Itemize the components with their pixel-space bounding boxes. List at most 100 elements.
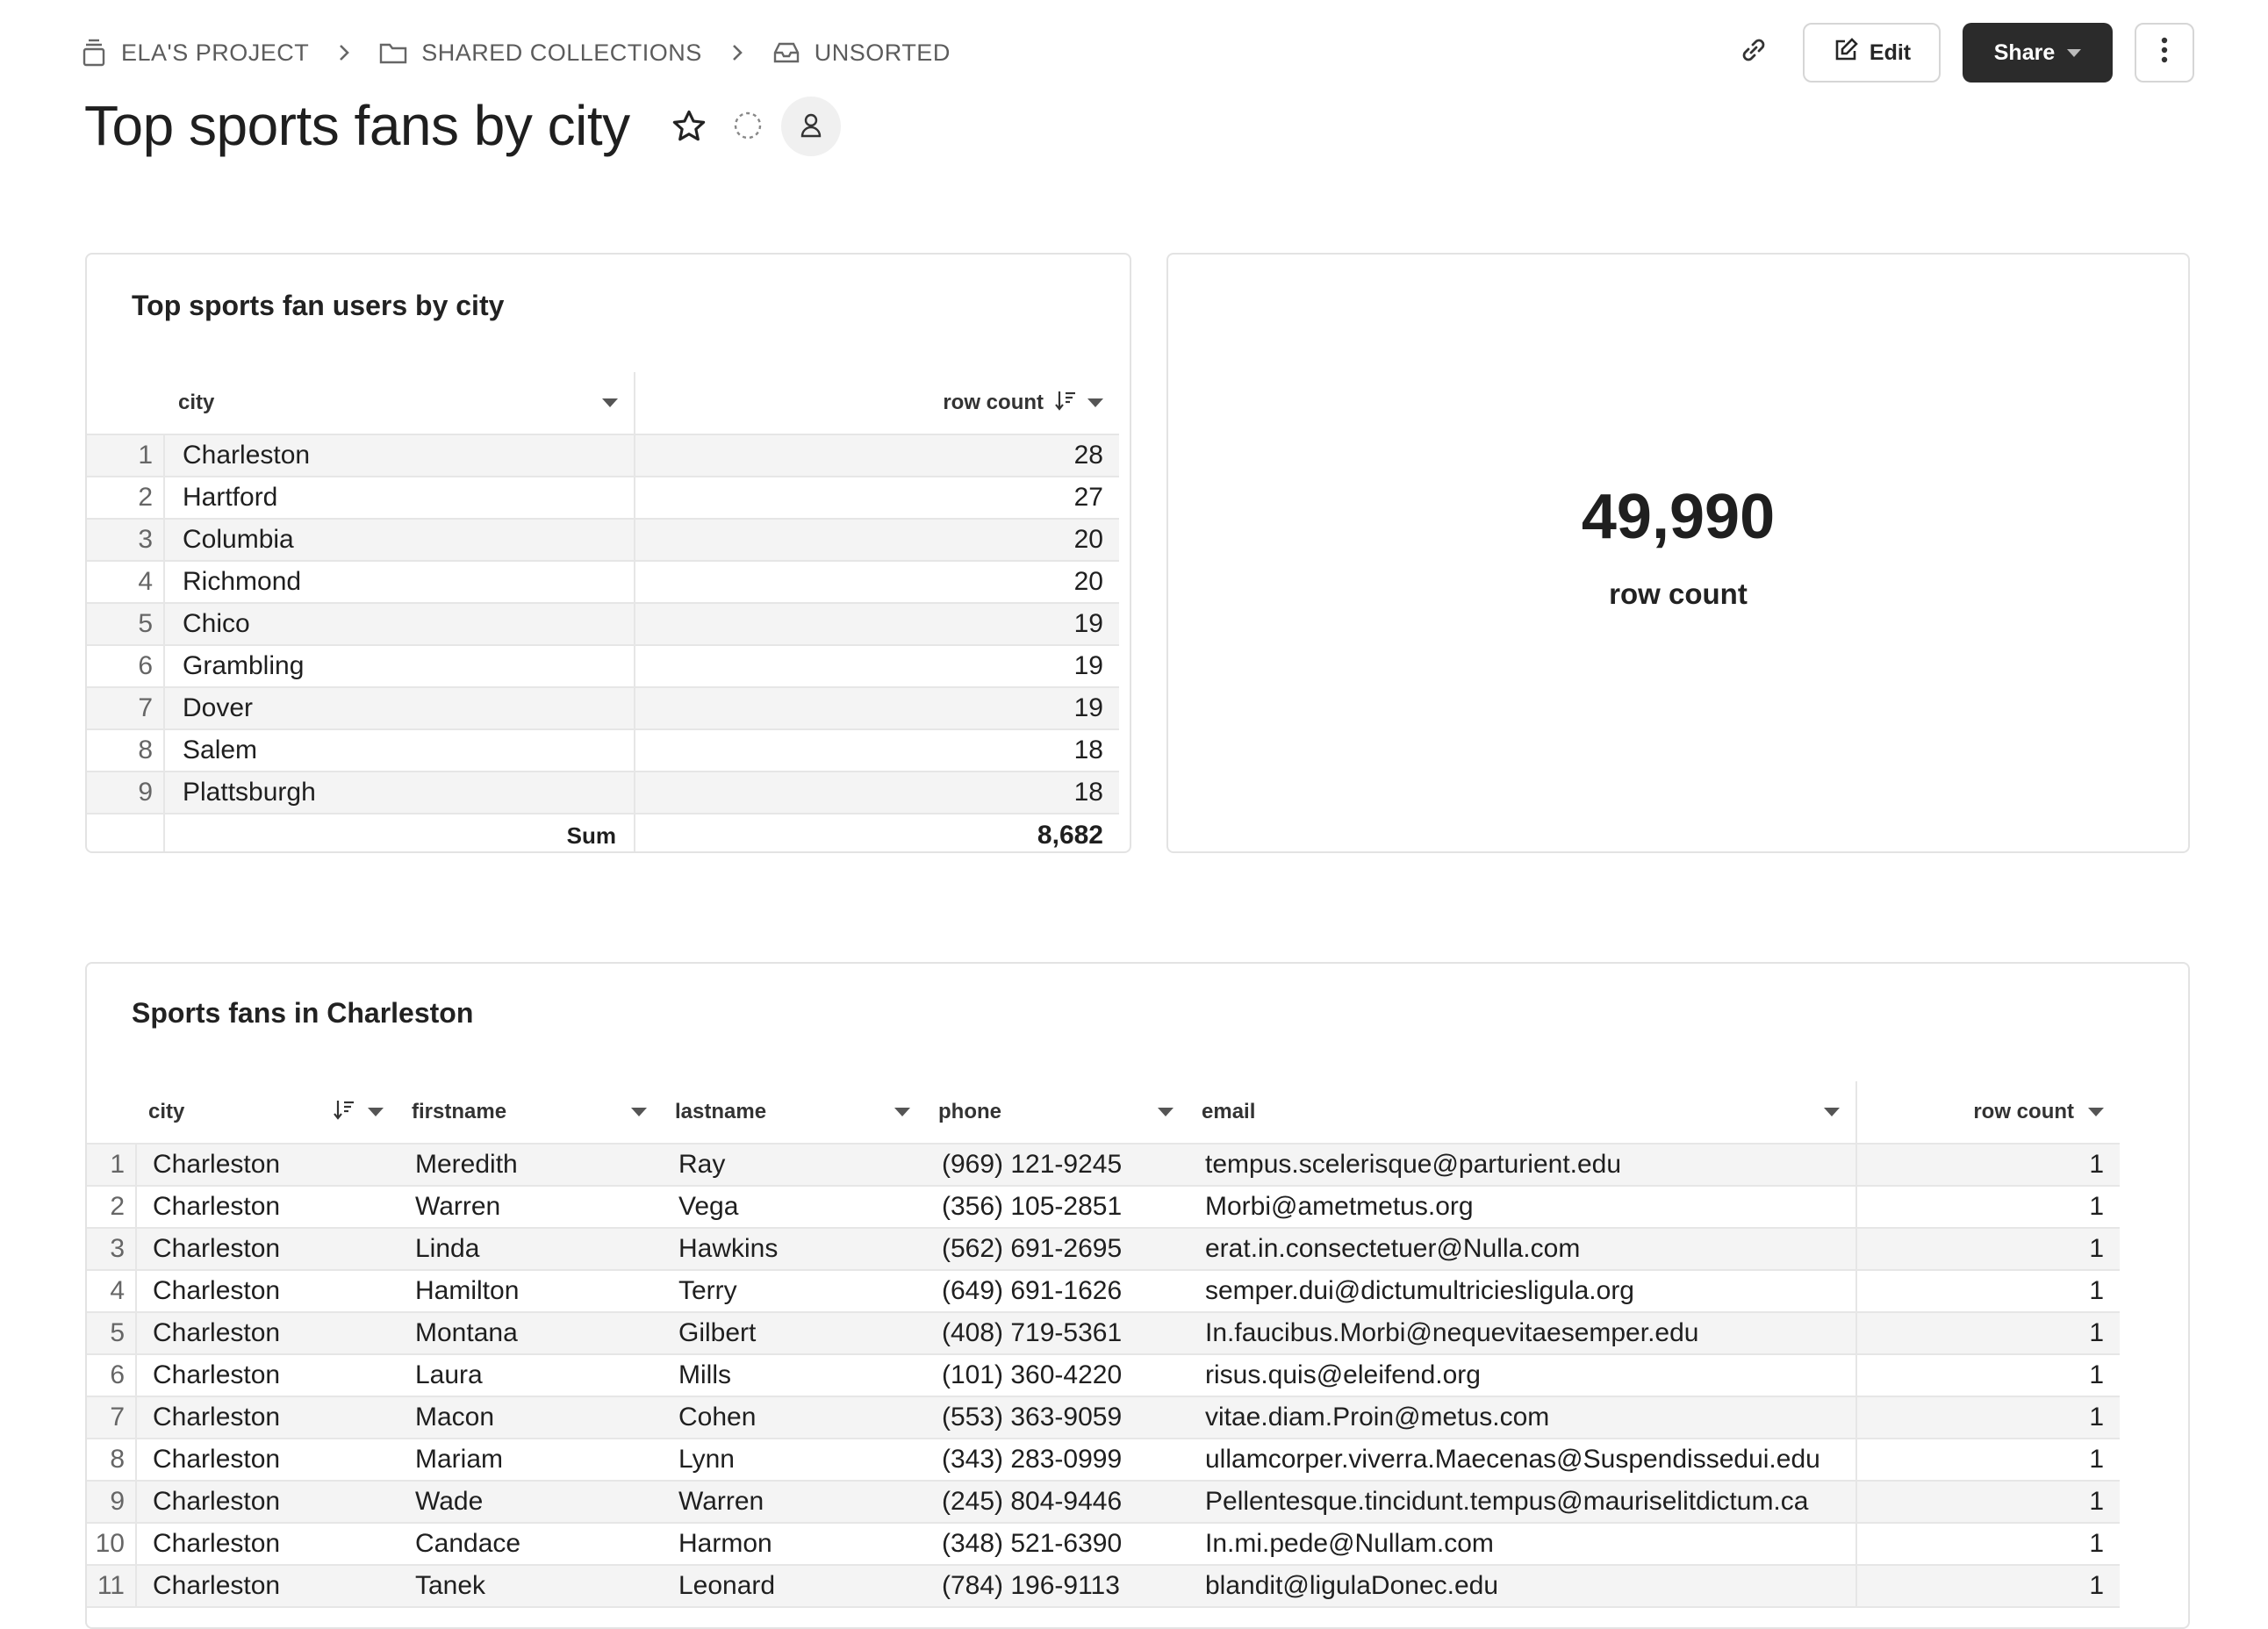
user-avatar-button[interactable] [781,97,841,156]
table-row[interactable]: 1 Charleston Meredith Ray (969) 121-9245 temp… [87,1144,2120,1187]
row-count-kpi-card [1166,253,2190,853]
column-label: firstname [412,1100,507,1123]
cell-lastname: Mills [663,1354,926,1397]
cell-lastname: Gilbert [663,1312,926,1355]
table-row[interactable]: 11 Charleston Tanek Leonard (784) 196-9113 bl… [87,1565,2120,1608]
edit-button[interactable]: Edit [1803,23,1941,83]
table-row[interactable]: 8 Salem 18 [87,729,1119,772]
breadcrumb-shared-collections[interactable]: SHARED COLLECTIONS [379,39,702,67]
cell-city: Charleston [136,1481,399,1524]
cell-row-count: 1 [1856,1270,2120,1313]
table-row[interactable]: 2 Hartford 27 [87,477,1119,520]
column-header-email[interactable]: email [1189,1081,1857,1145]
chevron-down-icon[interactable] [602,398,618,407]
table-row[interactable]: 3 Charleston Linda Hawkins (562) 691-2695 era… [87,1228,2120,1271]
cell-row-count: 1 [1856,1186,2120,1229]
cell-firstname: Meredith [399,1144,663,1187]
more-options-button[interactable] [2135,23,2194,83]
cell-email: ullamcorper.viverra.Maecenas@Suspendisse… [1189,1439,1857,1482]
cell-firstname: Candace [399,1523,663,1566]
cell-row-count: 1 [1856,1523,2120,1566]
sum-label: Sum [164,813,635,851]
row-index: 2 [87,1186,137,1229]
column-label: row count [1973,1100,2074,1123]
share-button[interactable]: Share [1963,23,2113,83]
cell-row-count: 1 [1856,1481,2120,1524]
column-header-city[interactable]: city [164,372,635,435]
cell-lastname: Harmon [663,1523,926,1566]
cell-row-count: 1 [1856,1228,2120,1271]
copy-link-button[interactable] [1724,26,1784,79]
cell-email: Morbi@ametmetus.org [1189,1186,1857,1229]
cell-firstname: Laura [399,1354,663,1397]
cell-email: In.mi.pede@Nullam.com [1189,1523,1857,1566]
charleston-fans-table: city firstname lastname phone email row … [87,1081,2120,1608]
chevron-down-icon[interactable] [894,1108,910,1116]
column-header-row-count[interactable]: row count [635,372,1119,435]
cell-firstname: Tanek [399,1565,663,1608]
chevron-down-icon[interactable] [1158,1108,1173,1116]
cell-phone: (649) 691-1626 [926,1270,1189,1313]
cell-lastname: Ray [663,1144,926,1187]
cell-phone: (553) 363-9059 [926,1396,1189,1439]
table-row[interactable]: 1 Charleston 28 [87,434,1119,477]
column-label: city [178,391,215,414]
chevron-down-icon[interactable] [1087,398,1103,407]
column-label: row count [943,391,1044,414]
chevron-down-icon[interactable] [1824,1108,1840,1116]
table-row[interactable]: 2 Charleston Warren Vega (356) 105-2851 Morbi… [87,1186,2120,1229]
charleston-fans-card: Sports fans in Charleston city firstname… [85,962,2190,1629]
cell-city: Charleston [136,1439,399,1482]
table-row[interactable]: 6 Charleston Laura Mills (101) 360-4220 risus… [87,1354,2120,1397]
cell-row-count: 1 [1856,1396,2120,1439]
cell-city: Charleston [136,1228,399,1271]
row-index: 7 [87,1396,137,1439]
folder-icon [379,40,407,65]
column-header-phone[interactable]: phone [926,1081,1189,1145]
column-header-lastname[interactable]: lastname [663,1081,926,1145]
cell-firstname: Wade [399,1481,663,1524]
cell-row-count: 1 [1856,1312,2120,1355]
cell-phone: (562) 691-2695 [926,1228,1189,1271]
cell-city: Charleston [136,1186,399,1229]
row-index: 5 [87,1312,137,1355]
share-label: Share [1993,39,2056,65]
cell-lastname: Cohen [663,1396,926,1439]
star-icon[interactable] [671,108,707,149]
cell-city: Charleston [136,1354,399,1397]
cell-city: Charleston [136,1144,399,1187]
table-row[interactable]: 9 Charleston Wade Warren (245) 804-9446 Pelle… [87,1481,2120,1524]
breadcrumb-project[interactable]: ELA'S PROJECT [81,39,309,67]
cell-row-count: 1 [1856,1565,2120,1608]
table-row[interactable]: 10 Charleston Candace Harmon (348) 521-6390 I… [87,1523,2120,1566]
table-row[interactable]: 6 Grambling 19 [87,645,1119,688]
chevron-down-icon[interactable] [2088,1108,2104,1116]
row-index: 1 [87,1144,137,1187]
cell-email: risus.quis@eleifend.org [1189,1354,1857,1397]
table-row[interactable]: 5 Charleston Montana Gilbert (408) 719-5361 I… [87,1312,2120,1355]
cell-email: erat.in.consectetuer@Nulla.com [1189,1228,1857,1271]
breadcrumb-unsorted[interactable]: UNSORTED [772,39,951,67]
column-header-city[interactable]: city [136,1081,399,1145]
table-row[interactable]: 3 Columbia 20 [87,519,1119,562]
table-row[interactable]: 9 Plattsburgh 18 [87,771,1119,814]
table-row[interactable]: 4 Charleston Hamilton Terry (649) 691-1626 se… [87,1270,2120,1313]
column-header-row-count[interactable]: row count [1856,1081,2120,1145]
cell-lastname: Leonard [663,1565,926,1608]
table-row[interactable]: 7 Dover 19 [87,687,1119,730]
table-row[interactable]: 5 Chico 19 [87,603,1119,646]
sort-descending-icon [333,1098,355,1127]
row-index: 11 [87,1565,137,1608]
cell-city: Charleston [136,1312,399,1355]
breadcrumb: ELA'S PROJECT SHARED COLLECTIONS UNSORTE… [81,35,951,70]
table-row[interactable]: 8 Charleston Mariam Lynn (343) 283-0999 ullam… [87,1439,2120,1482]
table-row[interactable]: 7 Charleston Macon Cohen (553) 363-9059 vitae… [87,1396,2120,1439]
card-title: Top sports fan users by city [132,290,505,321]
cell-city: Charleston [136,1565,399,1608]
table-row[interactable]: 4 Richmond 20 [87,561,1119,604]
chevron-down-icon[interactable] [631,1108,647,1116]
chevron-down-icon[interactable] [368,1108,384,1116]
column-header-firstname[interactable]: firstname [399,1081,663,1145]
loading-indicator-icon [732,110,764,146]
cell-phone: (784) 196-9113 [926,1565,1189,1608]
